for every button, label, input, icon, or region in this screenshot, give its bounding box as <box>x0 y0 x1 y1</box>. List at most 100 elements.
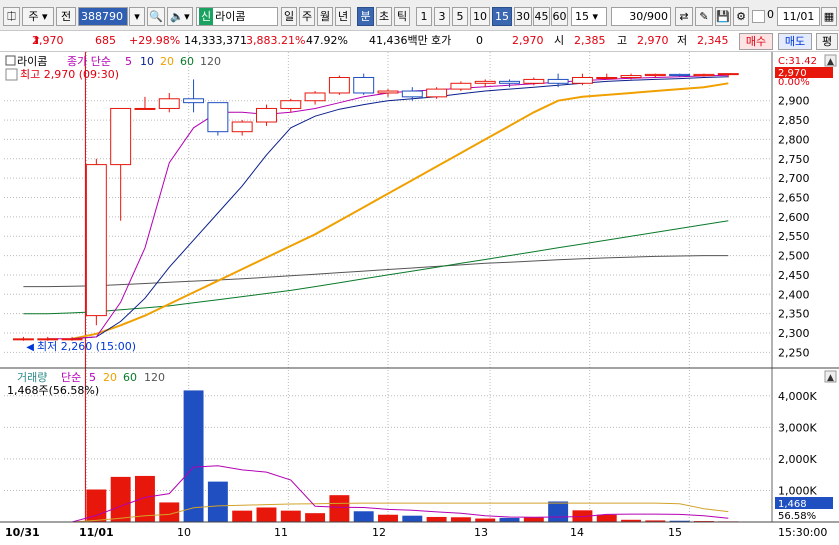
minute-30[interactable]: 30 <box>514 7 532 26</box>
period-day[interactable]: 일 <box>281 7 297 26</box>
candle-body <box>571 76 593 84</box>
legend-ma5: 5 <box>125 55 132 68</box>
volume-bar <box>499 517 520 522</box>
right-tag-top: C:31.42 <box>778 56 817 67</box>
minute-1[interactable]: 1 <box>416 7 432 26</box>
low-annotation: 최저 2,260 (15:00) <box>37 340 136 353</box>
date-field[interactable]: 11/01 <box>777 7 820 26</box>
period-week[interactable]: 주 <box>299 7 315 26</box>
price-change: 685 <box>95 34 116 47</box>
open-price: 2,385 <box>574 34 606 47</box>
candle-body <box>620 75 642 78</box>
minute-10[interactable]: 10 <box>470 7 490 26</box>
save-icon[interactable]: 💾 <box>715 7 731 26</box>
quote-bar: 2,970 ⬆ 685 +29.98% 14,333,371 3,883.21%… <box>0 31 839 52</box>
minute-15[interactable]: 15 <box>492 7 512 26</box>
volume-bar <box>378 514 398 522</box>
candle-body <box>280 100 302 109</box>
sell-button[interactable]: 매도 <box>778 33 812 50</box>
panel-controls: ▲ ▲ <box>824 54 837 383</box>
turnover-pct: 47.92% <box>306 34 348 47</box>
eval-button[interactable]: 평 <box>816 33 838 50</box>
candle-body <box>207 102 229 133</box>
price-tick-label: 2,550 <box>778 230 810 243</box>
price-tick-label: 2,250 <box>778 346 810 359</box>
period-month[interactable]: 월 <box>317 7 333 26</box>
candle-body <box>717 73 739 76</box>
candle-body <box>523 78 545 84</box>
low-label: 저 <box>677 34 688 47</box>
indicator-grid-icon[interactable] <box>5 68 18 81</box>
candle-body <box>377 90 399 94</box>
legend-vma5: 5 <box>89 371 96 384</box>
time-axis: 10/31 11/01 10 11 12 13 14 15 15:30:00 <box>5 526 827 539</box>
volume-tick-label: 3,000K <box>778 421 817 434</box>
stock-code-input[interactable]: 388790 <box>78 7 128 26</box>
time-label-12: 12 <box>372 526 386 539</box>
minute-60[interactable]: 60 <box>551 7 568 26</box>
candle-body <box>328 76 350 94</box>
volume-bar <box>353 511 374 522</box>
buy-button[interactable]: 매수 <box>739 33 773 50</box>
candle-body <box>304 92 326 102</box>
volume-bar <box>305 513 326 522</box>
ma60-line <box>23 220 729 315</box>
candle-body <box>474 80 496 84</box>
code-dropdown-icon[interactable]: ▾ <box>129 7 145 26</box>
candle-body <box>158 98 180 109</box>
candle-body <box>693 73 715 77</box>
candle-body <box>669 73 691 77</box>
high-annotation: 최고 2,970 (09:30) <box>20 68 119 81</box>
legend-ma20: 20 <box>160 55 174 68</box>
draw-tools-icon[interactable]: ✎ <box>695 7 713 26</box>
candle-body <box>110 107 132 166</box>
volume-bar <box>426 516 447 522</box>
ma120-line <box>23 255 729 288</box>
time-label-13: 13 <box>474 526 488 539</box>
gear-icon[interactable]: ⚙ <box>733 7 749 26</box>
open-label: 시 <box>554 34 565 47</box>
time-label-15: 15 <box>668 526 682 539</box>
candle-body <box>644 73 666 77</box>
period-second[interactable]: 초 <box>376 7 392 26</box>
chart-tools-icon[interactable]: ⇄ <box>675 7 693 26</box>
sound-icon[interactable]: 🔈▾ <box>167 7 193 26</box>
date-checkbox[interactable] <box>752 10 765 23</box>
candle-body <box>426 88 448 98</box>
legend-volume: 거래량 <box>17 371 47 384</box>
time-label-11: 11 <box>274 526 288 539</box>
minute-5[interactable]: 5 <box>452 7 468 26</box>
volume-pct: 3,883.21% <box>246 34 306 47</box>
period-year[interactable]: 년 <box>335 7 351 26</box>
volume-bar <box>402 515 423 522</box>
chart-svg: 2,250 2,300 2,350 2,400 2,450 2,500 2,550 2,600… <box>0 52 839 539</box>
candle-body <box>401 90 423 98</box>
prev-button[interactable]: 전 <box>56 7 76 26</box>
volume-tick-label: 2,000K <box>778 453 817 466</box>
high-price: 2,970 <box>637 34 669 47</box>
candle-body <box>499 80 520 84</box>
minute-3[interactable]: 3 <box>434 7 450 26</box>
stock-name-field[interactable]: 신 라이콤 <box>196 7 278 26</box>
search-icon[interactable]: 🔍 <box>147 7 165 26</box>
market-label: 주 <box>28 10 39 23</box>
count-field[interactable]: 30/900 <box>611 7 671 26</box>
market-select[interactable]: 주 ▾ <box>22 7 54 26</box>
price-tick-label: 2,750 <box>778 153 810 166</box>
period-minute[interactable]: 분 <box>357 7 374 26</box>
calendar-icon[interactable]: ▦ <box>821 7 837 26</box>
price-tick-label: 2,300 <box>778 327 810 340</box>
chart-area: 2,250 2,300 2,350 2,400 2,450 2,500 2,550 2,600… <box>0 52 839 542</box>
volume-panel-up-glyph: ▲ <box>827 373 834 383</box>
period-tick[interactable]: 틱 <box>394 7 410 26</box>
minute-select[interactable]: 15 ▾ <box>571 7 607 26</box>
window-menu-icon[interactable]: ⎅ <box>3 7 20 26</box>
minute-45[interactable]: 45 <box>533 7 550 26</box>
panel-toggle-icon[interactable] <box>5 55 16 66</box>
volume-bar <box>110 476 131 522</box>
trade-amount: 41,436백만 <box>369 34 428 47</box>
legend-vma20: 20 <box>103 371 117 384</box>
time-label-1101: 11/01 <box>79 526 114 539</box>
legend-stock-name: 라이콤 <box>17 55 47 68</box>
candle-body <box>231 121 253 133</box>
